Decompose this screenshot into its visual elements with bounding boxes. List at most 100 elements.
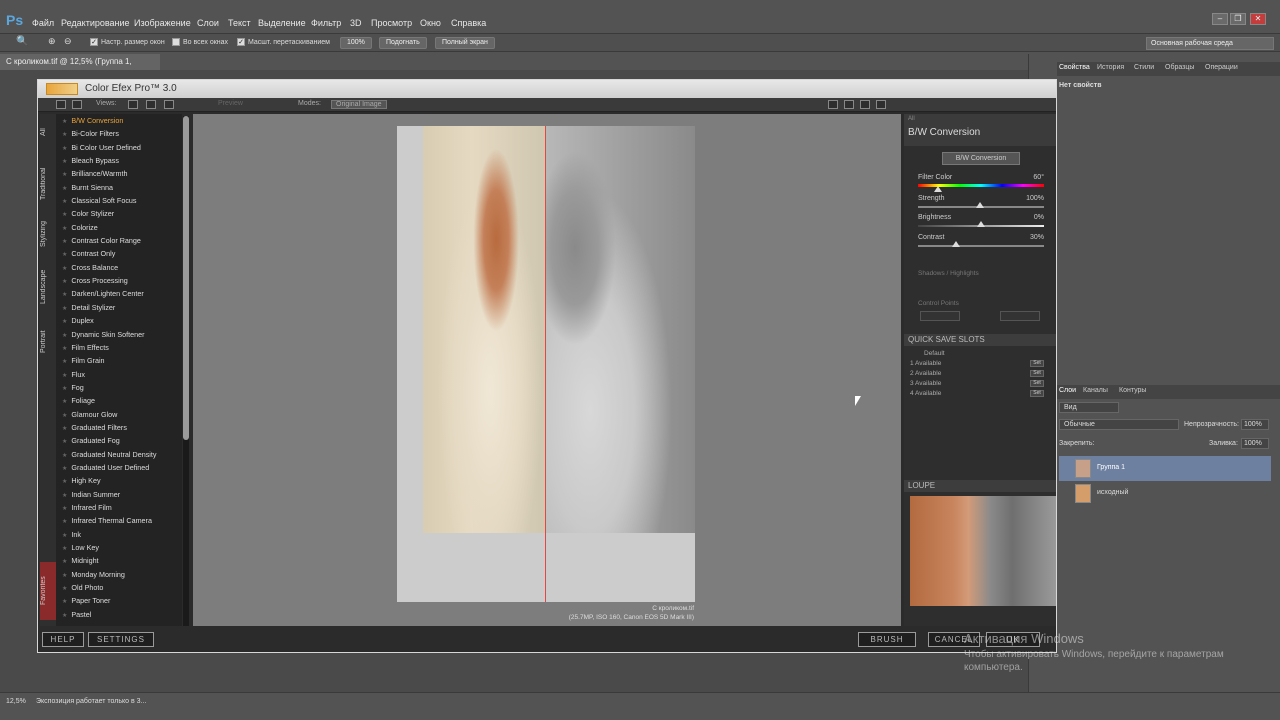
filter-item[interactable]: ★ Classical Soft Focus [56, 194, 182, 207]
preview-area[interactable]: С кроликом.tif (25.7MP, ISO 160, Canon E… [193, 114, 901, 626]
slider-thumb[interactable] [977, 221, 985, 227]
favorite-star-icon[interactable]: ★ [62, 613, 67, 619]
fit-screen-button[interactable]: Подогнать [379, 37, 427, 49]
conversion-method-select[interactable]: B/W Conversion [942, 152, 1020, 165]
filter-item[interactable]: ★ Bi-Color Filters [56, 127, 182, 140]
filter-item[interactable]: ★ High Key [56, 474, 182, 487]
filter-item[interactable]: ★ Darken/Lighten Center [56, 287, 182, 300]
favorite-star-icon[interactable]: ★ [62, 573, 67, 579]
menu-edit[interactable]: Редактирование [61, 18, 130, 28]
filter-item[interactable]: ★ Film Grain [56, 354, 182, 367]
close-icon[interactable]: ✕ [1250, 13, 1266, 25]
filter-item[interactable]: ★ Cross Balance [56, 261, 182, 274]
favorite-star-icon[interactable]: ★ [62, 559, 67, 565]
contrast-slider[interactable] [918, 245, 1044, 247]
view-mode-icon[interactable] [164, 100, 174, 109]
favorite-star-icon[interactable]: ★ [62, 212, 67, 218]
control-points-label[interactable]: Control Points [918, 300, 959, 307]
layer-kind-filter[interactable]: Вид [1059, 402, 1119, 413]
document-tab[interactable]: С кроликом.tif @ 12,5% (Группа 1, RGB/8) [0, 54, 160, 82]
filter-item[interactable]: ★ Detail Stylizer [56, 301, 182, 314]
tab-channels[interactable]: Каналы [1083, 387, 1108, 394]
favorite-star-icon[interactable]: ★ [62, 439, 67, 445]
favorite-star-icon[interactable]: ★ [62, 292, 67, 298]
filter-item[interactable]: ★ Glamour Glow [56, 408, 182, 421]
settings-button[interactable]: SETTINGS [88, 632, 154, 647]
layer-row[interactable]: ◉ исходный [1033, 481, 1271, 506]
set-slot-button[interactable]: Set [1030, 380, 1044, 387]
filter-item[interactable]: ★ Graduated Neutral Density [56, 448, 182, 461]
menu-text[interactable]: Текст [228, 18, 251, 28]
tab-properties[interactable]: Свойства [1059, 64, 1090, 71]
dialog-titlebar[interactable]: Color Efex Pro™ 3.0 [38, 80, 1056, 98]
menu-view[interactable]: Просмотр [371, 18, 412, 28]
favorite-star-icon[interactable]: ★ [62, 453, 67, 459]
fill-screen-button[interactable]: Полный экран [435, 37, 495, 49]
info-icon[interactable] [876, 100, 886, 109]
tab-actions[interactable]: Операции [1205, 64, 1238, 71]
rotate-icon[interactable] [860, 100, 870, 109]
filter-item[interactable]: ★ Fog [56, 381, 182, 394]
slider-thumb[interactable] [976, 202, 984, 208]
favorite-star-icon[interactable]: ★ [62, 373, 67, 379]
favorite-star-icon[interactable]: ★ [62, 146, 67, 152]
filter-item[interactable]: ★ Graduated Filters [56, 421, 182, 434]
favorite-star-icon[interactable]: ★ [62, 186, 67, 192]
favorite-star-icon[interactable]: ★ [62, 239, 67, 245]
set-slot-button[interactable]: Set [1030, 360, 1044, 367]
hand-tool-icon[interactable] [828, 100, 838, 109]
mode-select[interactable]: Original Image [331, 100, 387, 109]
filter-item[interactable]: ★ Ink [56, 528, 182, 541]
help-button[interactable]: HELP [42, 632, 84, 647]
view-mode-icon[interactable] [146, 100, 156, 109]
resize-windows-checkbox[interactable]: ✓ Настр. размер окон [90, 38, 165, 46]
filter-item[interactable]: ★ Duplex [56, 314, 182, 327]
favorite-star-icon[interactable]: ★ [62, 426, 67, 432]
favorite-star-icon[interactable]: ★ [62, 319, 67, 325]
set-slot-button[interactable]: Set [1030, 390, 1044, 397]
zoom-tool-icon[interactable]: 🔍 [16, 36, 28, 47]
single-view-icon[interactable] [56, 100, 66, 109]
tab-paths[interactable]: Контуры [1119, 387, 1146, 394]
actual-pixels-button[interactable]: 100% [340, 37, 372, 49]
filter-item[interactable]: ★ B/W Conversion [56, 114, 182, 127]
favorite-star-icon[interactable]: ★ [62, 119, 67, 125]
cat-all[interactable]: All [40, 122, 56, 142]
favorite-star-icon[interactable]: ★ [62, 386, 67, 392]
fill-input[interactable]: 100% [1241, 438, 1269, 449]
favorite-star-icon[interactable]: ★ [62, 546, 67, 552]
brush-button[interactable]: BRUSH [858, 632, 916, 647]
zoom-level[interactable]: 12,5% [6, 698, 26, 705]
filter-item[interactable]: ★ Film Effects [56, 341, 182, 354]
favorite-star-icon[interactable]: ★ [62, 506, 67, 512]
scrollbar-thumb[interactable] [183, 116, 189, 440]
filter-item[interactable]: ★ Contrast Color Range [56, 234, 182, 247]
menu-layers[interactable]: Слои [197, 18, 219, 28]
favorite-star-icon[interactable]: ★ [62, 279, 67, 285]
zoom-in-icon[interactable]: ⊕ [48, 36, 56, 47]
scrubby-zoom-checkbox[interactable]: ✓ Масшт. перетаскиванием [237, 38, 330, 46]
filter-item[interactable]: ★ Contrast Only [56, 247, 182, 260]
tab-layers[interactable]: Слои [1059, 387, 1076, 394]
cat-portrait[interactable]: Portrait [40, 324, 56, 360]
menu-select[interactable]: Выделение [258, 18, 306, 28]
menu-filter[interactable]: Фильтр [311, 18, 341, 28]
tab-styles[interactable]: Стили [1134, 64, 1154, 71]
filter-item[interactable]: ★ Midnight [56, 554, 182, 567]
favorite-star-icon[interactable]: ★ [62, 599, 67, 605]
split-view-icon[interactable] [72, 100, 82, 109]
filter-item[interactable]: ★ Color Stylizer [56, 207, 182, 220]
favorite-star-icon[interactable]: ★ [62, 252, 67, 258]
menu-window[interactable]: Окно [420, 18, 441, 28]
filter-item[interactable]: ★ Graduated Fog [56, 434, 182, 447]
favorite-star-icon[interactable]: ★ [62, 479, 67, 485]
favorite-star-icon[interactable]: ★ [62, 172, 67, 178]
filter-item[interactable]: ★ Burnt Sienna [56, 181, 182, 194]
filter-item[interactable]: ★ Bleach Bypass [56, 154, 182, 167]
all-windows-checkbox[interactable]: Во всех окнах [172, 38, 228, 46]
favorite-star-icon[interactable]: ★ [62, 519, 67, 525]
filter-item[interactable]: ★ Colorize [56, 221, 182, 234]
filter-item[interactable]: ★ Dynamic Skin Softener [56, 328, 182, 341]
add-control-point-button[interactable] [920, 311, 960, 321]
favorite-star-icon[interactable]: ★ [62, 493, 67, 499]
